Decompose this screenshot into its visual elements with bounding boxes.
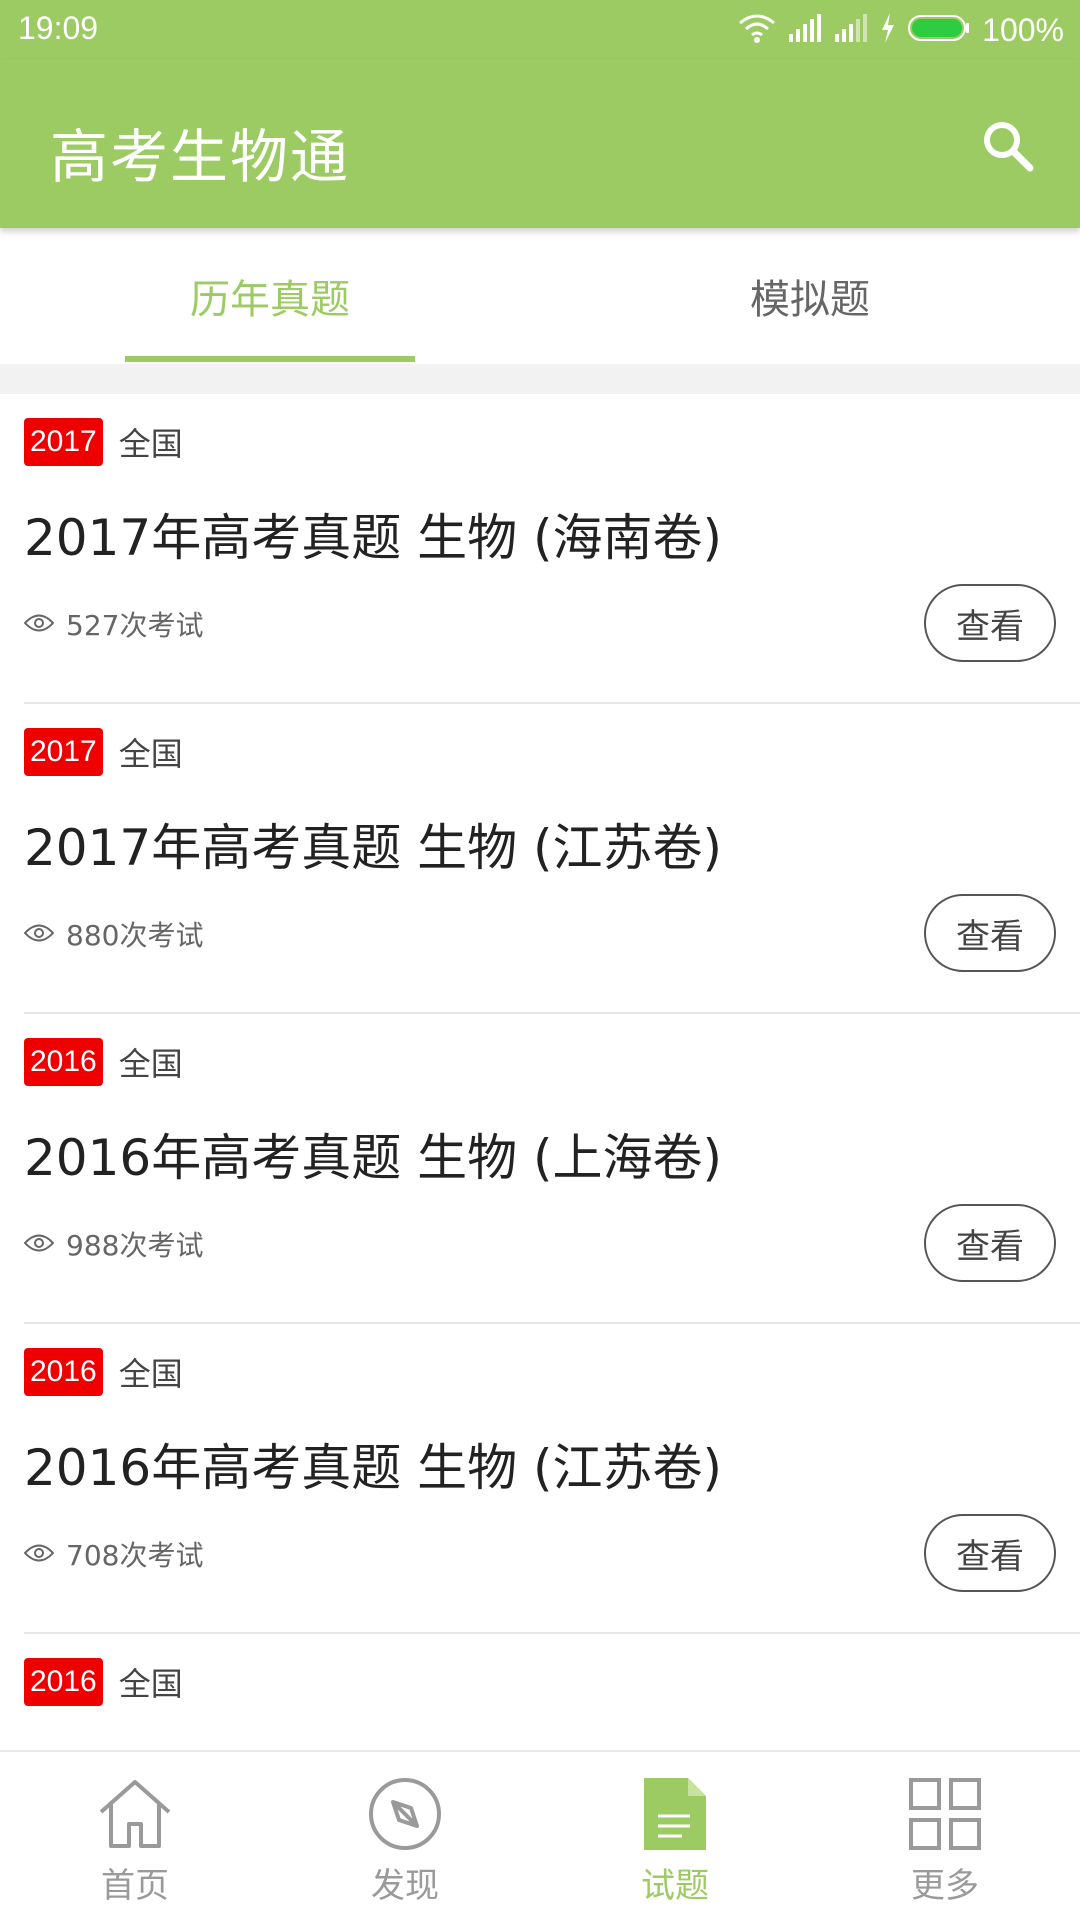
search-button[interactable] [972, 112, 1044, 184]
badge-row: 2016 全国 [24, 1658, 183, 1706]
region-label: 全国 [118, 1045, 183, 1083]
wifi-icon [738, 13, 776, 47]
nav-more[interactable]: 更多 [810, 1752, 1080, 1920]
grid-icon [905, 1774, 985, 1854]
app-bar: 高考生物通 [0, 60, 1080, 228]
nav-label: 更多 [911, 1866, 979, 1906]
divider [0, 364, 1080, 394]
nav-label: 发现 [371, 1866, 439, 1906]
view-button[interactable]: 查看 [924, 894, 1056, 972]
region-label: 全国 [118, 735, 183, 773]
badge-row: 2016 全国 [24, 1038, 183, 1086]
tab-indicator [125, 356, 415, 362]
tab-label: 历年真题 [190, 277, 350, 323]
nav-label: 首页 [101, 1866, 169, 1906]
badge-row: 2017 全国 [24, 728, 183, 776]
nav-label: 试题 [641, 1866, 709, 1906]
eye-icon [23, 1228, 55, 1261]
exam-count: 527次考试 [23, 604, 204, 644]
tab-mock-exams[interactable]: 模拟题 [540, 228, 1080, 364]
document-icon [635, 1774, 715, 1854]
region-label: 全国 [118, 1665, 183, 1703]
signal-icon [834, 14, 868, 46]
view-button[interactable]: 查看 [924, 1204, 1056, 1282]
year-badge: 2016 [24, 1038, 103, 1086]
count-text: 880次考试 [66, 919, 204, 952]
list-item[interactable]: 2017 全国 2017年高考真题 生物 (江苏卷) 880次考试 查看 [23, 704, 1080, 1014]
exam-title: 2017年高考真题 生物 (江苏卷) [24, 819, 723, 877]
list-item[interactable]: 2016 全国 2016年高考真题 生物 (海南卷) 查看 [24, 1634, 1080, 1750]
exam-count: 708次考试 [23, 1534, 204, 1574]
region-label: 全国 [118, 1355, 183, 1393]
year-badge: 2017 [24, 728, 103, 776]
count-text: 708次考试 [66, 1539, 204, 1572]
tab-label: 模拟题 [750, 277, 870, 323]
nav-discover[interactable]: 发现 [270, 1752, 540, 1920]
count-text: 527次考试 [66, 609, 204, 642]
home-icon [95, 1774, 175, 1854]
status-time: 19:09 [18, 10, 99, 46]
badge-row: 2017 全国 [24, 418, 183, 466]
nav-home[interactable]: 首页 [0, 1752, 270, 1920]
battery-percent: 100% [982, 11, 1064, 48]
charging-icon [880, 13, 896, 47]
eye-icon [23, 918, 55, 951]
exam-title: 2016年高考真题 生物 (江苏卷) [24, 1439, 723, 1497]
compass-icon [365, 1774, 445, 1854]
region-label: 全国 [118, 425, 183, 463]
exam-title: 2016年高考真题 生物 (上海卷) [24, 1129, 723, 1187]
year-badge: 2016 [24, 1658, 103, 1706]
view-button[interactable]: 查看 [924, 1514, 1056, 1592]
search-icon [980, 118, 1036, 178]
exam-list[interactable]: 2017 全国 2017年高考真题 生物 (海南卷) 527次考试 查看 201… [0, 394, 1080, 1750]
tab-bar: 历年真题 模拟题 [0, 228, 1080, 364]
nav-exams[interactable]: 试题 [540, 1752, 810, 1920]
list-item[interactable]: 2016 全国 2016年高考真题 生物 (上海卷) 988次考试 查看 [23, 1014, 1080, 1324]
exam-title: 2016年高考真题 生物 (海南卷) [24, 1738, 722, 1750]
badge-row: 2016 全国 [24, 1348, 183, 1396]
bottom-nav: 首页 发现 试题 更多 [0, 1750, 1080, 1920]
screen: 19:09 100% 高考生物通 历年真题 模拟题 2017 全国 2017年高… [0, 0, 1080, 1920]
battery-icon [908, 14, 970, 46]
list-item[interactable]: 2016 全国 2016年高考真题 生物 (江苏卷) 708次考试 查看 [23, 1324, 1080, 1634]
app-title: 高考生物通 [50, 123, 351, 191]
signal-icon [788, 14, 822, 46]
year-badge: 2016 [24, 1348, 103, 1396]
status-icons: 100% [738, 10, 1064, 50]
exam-count: 988次考试 [23, 1224, 204, 1264]
list-item[interactable]: 2017 全国 2017年高考真题 生物 (海南卷) 527次考试 查看 [23, 394, 1080, 704]
tab-past-exams[interactable]: 历年真题 [0, 228, 540, 364]
status-bar: 19:09 100% [0, 0, 1080, 60]
count-text: 988次考试 [66, 1229, 204, 1262]
exam-title: 2017年高考真题 生物 (海南卷) [24, 509, 723, 567]
year-badge: 2017 [24, 418, 103, 466]
view-button[interactable]: 查看 [924, 584, 1056, 662]
eye-icon [23, 608, 55, 641]
eye-icon [23, 1538, 55, 1571]
exam-count: 880次考试 [23, 914, 204, 954]
